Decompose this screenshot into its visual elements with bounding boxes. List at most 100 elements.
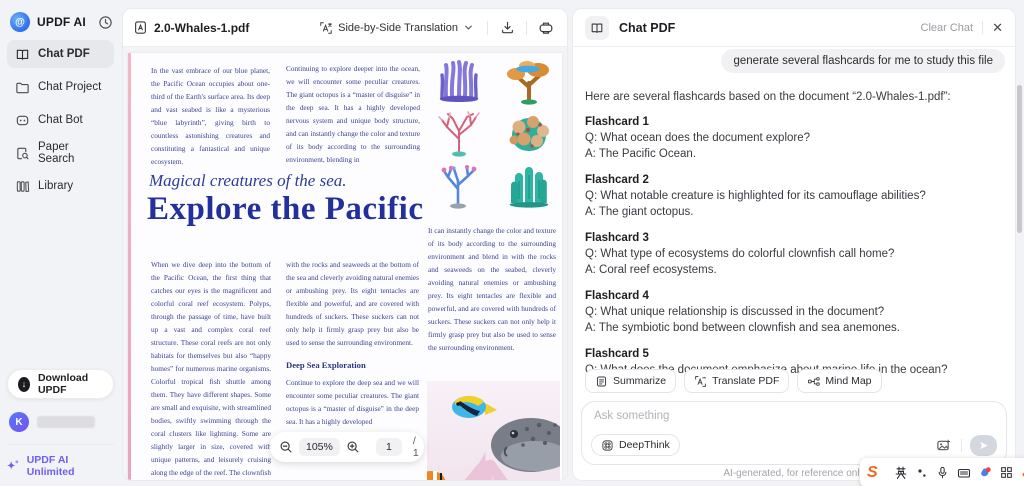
ai-response: Here are several flashcards based on the… — [585, 89, 997, 388]
summarize-chip[interactable]: Summarize — [585, 369, 676, 393]
sidebar-item-chat-bot[interactable]: Chat Bot — [7, 106, 114, 134]
print-button[interactable] — [535, 17, 557, 39]
deepthink-label: DeepThink — [619, 439, 670, 451]
flashcard-answer: A: Coral reef ecosystems. — [585, 262, 997, 278]
pdf-paragraph: In the vast embrace of our blue planet, … — [151, 65, 270, 169]
flashcard: Flashcard 3 Q: What type of ecosystems d… — [585, 230, 997, 278]
chat-title: Chat PDF — [619, 21, 921, 35]
download-updf-button[interactable]: ↓ Download UPDF — [7, 369, 114, 399]
attach-image-button[interactable] — [933, 436, 953, 456]
sogou-ime-toolbar: S — [860, 458, 1024, 486]
summarize-icon — [595, 375, 608, 388]
pink-fan-coral-image — [432, 109, 486, 157]
sidebar-item-library[interactable]: Library — [7, 172, 114, 200]
mind-map-icon — [807, 375, 820, 388]
pdf-column: with the rocks and seaweeds at the botto… — [286, 259, 419, 429]
sidebar-item-paper-search[interactable]: Paper Search — [7, 139, 114, 167]
close-icon[interactable]: ✕ — [992, 20, 1003, 36]
download-updf-label: Download UPDF — [38, 372, 103, 396]
sidebar-item-chat-pdf[interactable]: Chat PDF — [7, 40, 114, 68]
sidebar-item-label: Chat Bot — [38, 114, 83, 126]
ime-microphone-icon[interactable] — [936, 466, 949, 479]
reef-fish-photo — [427, 381, 560, 481]
pdf-paragraph: with the rocks and seaweeds at the botto… — [286, 260, 419, 347]
zoom-out-button[interactable] — [279, 438, 293, 456]
zoom-toolbar: 105% 1 / 1 — [270, 432, 424, 462]
open-book-icon — [590, 21, 604, 35]
updf-app-window: @ UPDF AI Chat PDF Chat Project Chat Bot… — [0, 0, 1024, 486]
username-redacted — [37, 416, 95, 428]
pdf-toolbar: 2.0-Whales-1.pdf Side-by-Side Translatio… — [123, 9, 567, 47]
zoom-level[interactable]: 105% — [299, 438, 340, 456]
flashcard-question: Q: What type of ecosystems do colorful c… — [585, 246, 997, 262]
history-icon[interactable] — [98, 15, 113, 30]
chip-label: Translate PDF — [712, 375, 779, 387]
pdf-subheading: Deep Sea Exploration — [286, 358, 419, 373]
ime-keyboard-icon[interactable] — [957, 466, 971, 480]
pdf-paragraph: It can instantly change the color and te… — [428, 225, 556, 355]
page-edge-decoration — [128, 53, 131, 481]
flashcard-answer: A: The Pacific Ocean. — [585, 146, 997, 162]
suggested-actions: Summarize Translate PDF Mind Map — [585, 369, 882, 393]
deepthink-toggle[interactable]: DeepThink — [591, 434, 680, 456]
flashcard-title: Flashcard 1 — [585, 114, 997, 130]
sidebar-item-chat-project[interactable]: Chat Project — [7, 73, 114, 101]
flashcard-question: Q: What ocean does the document explore? — [585, 130, 997, 146]
clear-chat-button[interactable]: Clear Chat — [921, 22, 974, 34]
translation-mode-label: Side-by-Side Translation — [338, 22, 458, 34]
pdf-panel: 2.0-Whales-1.pdf Side-by-Side Translatio… — [122, 8, 568, 481]
zoom-in-icon — [346, 440, 360, 454]
ask-input[interactable] — [594, 410, 994, 422]
ime-pen-tools-icon[interactable] — [916, 467, 928, 479]
sogou-logo-icon[interactable]: S — [867, 465, 878, 481]
account-row[interactable]: K — [9, 412, 112, 432]
ime-skin-icon[interactable] — [979, 466, 992, 479]
blue-pink-branch-coral-image — [432, 161, 486, 209]
chat-panel: Chat PDF Clear Chat ✕ generate several f… — [572, 8, 1016, 481]
chevron-down-icon — [463, 22, 474, 33]
flashcard-question: Q: What unique relationship is discussed… — [585, 304, 997, 320]
flashcard-title: Flashcard 3 — [585, 230, 997, 246]
bot-icon — [15, 113, 30, 128]
pdf-title: Explore the Pacific — [147, 191, 424, 228]
pdf-viewer[interactable]: In the vast embrace of our blue planet, … — [123, 47, 567, 480]
sidebar-item-label: Chat PDF — [38, 48, 90, 60]
chat-input-box[interactable]: DeepThink — [581, 401, 1007, 465]
updf-logo-icon: @ — [10, 12, 30, 32]
ime-lang-english-icon[interactable] — [894, 466, 908, 480]
chat-pdf-mode-button[interactable] — [585, 16, 609, 40]
translate-icon — [319, 21, 333, 35]
pdf-paragraph: When we dive deep into the bottom of the… — [151, 259, 271, 481]
header-divider — [982, 21, 983, 34]
ime-toolbox-grid-icon[interactable] — [1000, 466, 1013, 479]
download-file-button[interactable] — [496, 17, 518, 39]
sidebar-bottom: ↓ Download UPDF K ✦˚ UPDF AI Unlimited — [7, 369, 114, 478]
purple-anemone-coral-image — [432, 57, 486, 105]
upgrade-label: UPDF AI Unlimited — [27, 454, 114, 478]
mind-map-chip[interactable]: Mind Map — [797, 369, 881, 393]
avatar[interactable]: K — [9, 412, 29, 432]
app-name: UPDF AI — [37, 15, 98, 29]
open-file-tab[interactable]: 2.0-Whales-1.pdf — [133, 20, 319, 35]
send-button[interactable] — [970, 435, 997, 456]
chip-label: Mind Map — [825, 375, 871, 387]
pdf-tagline: Magical creatures of the sea. — [149, 171, 347, 191]
page-number-input[interactable]: 1 — [376, 438, 402, 456]
toolbar-divider — [526, 21, 527, 35]
translate-pdf-chip[interactable]: Translate PDF — [684, 369, 789, 393]
zoom-in-button[interactable] — [346, 438, 360, 456]
sidebar: @ UPDF AI Chat PDF Chat Project Chat Bot… — [0, 0, 121, 486]
flashcard-question: Q: What notable creature is highlighted … — [585, 188, 997, 204]
translation-mode-dropdown[interactable]: Side-by-Side Translation — [319, 21, 479, 35]
flashcard: Flashcard 1 Q: What ocean does the docum… — [585, 114, 997, 162]
upgrade-link[interactable]: ✦˚ UPDF AI Unlimited — [7, 444, 114, 478]
chat-scrollbar[interactable] — [1017, 85, 1022, 233]
sparkle-icon: ✦˚ — [7, 461, 19, 472]
flashcard-answer: A: The giant octopus. — [585, 204, 997, 220]
download-icon: ↓ — [18, 377, 30, 392]
user-message-bubble: generate several flashcards for me to st… — [721, 49, 1005, 73]
print-icon — [538, 20, 554, 36]
deepthink-icon — [601, 439, 614, 452]
pdf-paragraph: Continue to explore the deep sea and we … — [286, 378, 419, 426]
flashcard: Flashcard 4 Q: What unique relationship … — [585, 288, 997, 336]
